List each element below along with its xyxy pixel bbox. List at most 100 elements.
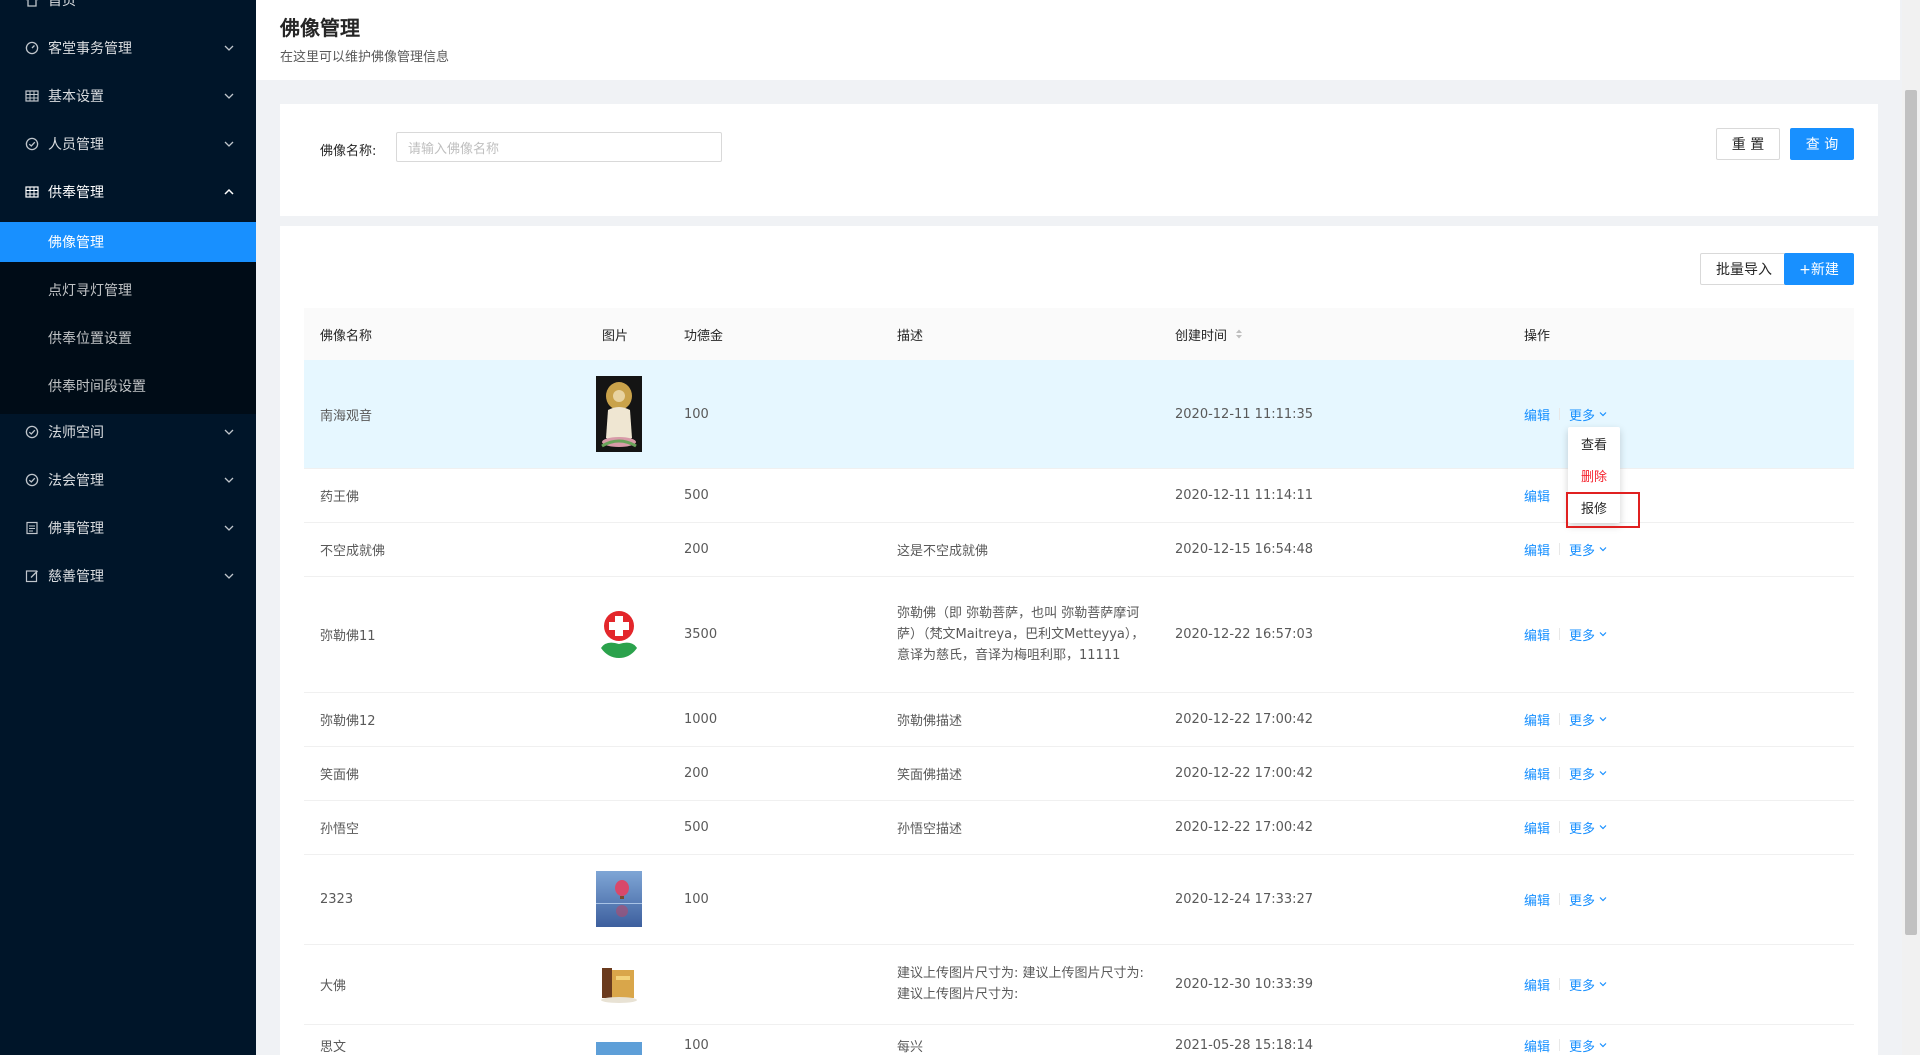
edit-link[interactable]: 编辑 [1524,818,1550,837]
sidebar-subitem-position-settings[interactable]: 供奉位置设置 [0,318,256,358]
more-link[interactable]: 更多 [1569,540,1595,559]
dashboard-icon [24,40,40,56]
new-button[interactable]: +新建 [1784,253,1854,285]
table-card: 批量导入 +新建 佛像名称 图片 功德金 描述 创建时间 操作 南海观音 100… [280,226,1878,1055]
chevron-down-icon [224,573,234,579]
sidebar-subitem-lamp-management[interactable]: 点灯寻灯管理 [0,270,256,310]
divider [1559,821,1561,833]
sidebar-subitem-time-settings[interactable]: 供奉时间段设置 [0,366,256,406]
sidebar-item-label: 法师空间 [48,425,104,441]
cell-actions: 编辑 更多 [1524,800,1608,854]
cell-amount: 3500 [684,626,718,642]
home-icon [24,0,40,8]
table-header: 佛像名称 图片 功德金 描述 创建时间 操作 [304,308,1854,361]
sort-icon[interactable] [1235,328,1243,340]
sidebar-item-charity[interactable]: 慈善管理 [0,552,256,600]
column-header-amount: 功德金 [684,328,724,344]
divider [1559,978,1561,990]
edit-link[interactable]: 编辑 [1524,890,1550,909]
chevron-down-icon [1599,982,1607,987]
cell-actions: 编辑 [1524,468,1550,522]
more-link[interactable]: 更多 [1569,818,1595,837]
cell-amount: 1000 [684,711,718,727]
chevron-up-icon [224,188,234,195]
cell-amount: 100 [684,891,709,907]
chevron-down-icon [1599,771,1607,776]
cell-amount: 500 [684,487,709,503]
divider [1559,767,1561,779]
chevron-down-icon [224,93,234,99]
more-link[interactable]: 更多 [1569,710,1595,729]
divider [1559,713,1561,725]
check-circle-icon [24,472,40,488]
sidebar-item-master-space[interactable]: 法师空间 [0,408,256,456]
chevron-down-icon [1599,897,1607,902]
table-row: 南海观音 100 2020-12-11 11:11:35 编辑 更多 [304,360,1854,469]
cell-actions: 编辑 更多 [1524,854,1608,944]
file-icon [24,520,40,536]
table-row: 孙悟空 500 孙悟空描述 2020-12-22 17:00:42 编辑 更多 [304,800,1854,855]
edit-link[interactable]: 编辑 [1524,540,1550,559]
more-link[interactable]: 更多 [1569,975,1595,994]
sidebar-item-offerings[interactable]: 供奉管理 [0,168,256,216]
edit-link[interactable]: 编辑 [1524,764,1550,783]
menu-item-view[interactable]: 查看 [1568,427,1620,459]
edit-link[interactable]: 编辑 [1524,975,1550,994]
chevron-down-icon [224,525,234,531]
cell-image [596,854,642,944]
chevron-down-icon [224,477,234,483]
sidebar-subitem-statue-management[interactable]: 佛像管理 [0,222,256,262]
balloon-image [596,871,642,927]
chevron-down-icon [224,429,234,435]
search-input[interactable]: 请输入佛像名称 [396,132,722,162]
cell-name: 弥勒佛11 [320,628,376,644]
cell-amount: 500 [684,819,709,835]
edit-link[interactable]: 编辑 [1524,405,1550,424]
cell-actions: 编辑 更多 [1524,692,1608,746]
sidebar-item-dharma-assembly[interactable]: 法会管理 [0,456,256,504]
reset-button[interactable]: 重 置 [1716,128,1780,160]
divider [1559,1039,1561,1051]
cell-name: 南海观音 [320,408,373,424]
sidebar-item-personnel[interactable]: 人员管理 [0,120,256,168]
cell-image [596,944,642,1024]
table-row: 2323 100 2020-12-24 17:33:27 编辑 更多 [304,854,1854,945]
scrollbar-thumb[interactable] [1905,90,1917,935]
sidebar-subitem-label: 供奉时间段设置 [48,379,146,395]
query-button[interactable]: 查 询 [1790,128,1854,160]
page-scrollbar[interactable] [1902,0,1920,1055]
divider [1559,408,1561,420]
column-header-label: 创建时间 [1175,328,1228,344]
more-link[interactable]: 更多 [1569,890,1595,909]
edit-link[interactable]: 编辑 [1524,625,1550,644]
edit-link[interactable]: 编辑 [1524,1036,1550,1055]
cell-created-time: 2020-12-11 11:11:35 [1175,406,1314,422]
cell-actions: 编辑 更多 [1524,944,1608,1024]
chevron-down-icon [1599,412,1607,417]
batch-import-button[interactable]: 批量导入 [1700,253,1788,285]
more-link[interactable]: 更多 [1569,405,1595,424]
sidebar-item-buddhist-affairs[interactable]: 佛事管理 [0,504,256,552]
edit-link[interactable]: 编辑 [1524,486,1550,505]
cell-image [596,360,642,468]
sidebar-item-label: 法会管理 [48,473,104,489]
menu-item-delete[interactable]: 删除 [1568,459,1620,491]
table-row: 弥勒佛12 1000 弥勒佛描述 2020-12-22 17:00:42 编辑 … [304,692,1854,747]
page-header: 佛像管理 在这里可以维护佛像管理信息 [256,0,1900,80]
search-card: 佛像名称: 请输入佛像名称 重 置 查 询 [280,104,1878,216]
column-header-created-time[interactable]: 创建时间 [1175,308,1243,360]
cell-amount: 200 [684,765,709,781]
cell-description: 建议上传图片尺寸为: 建议上传图片尺寸为: 建议上传图片尺寸为: [897,966,1144,1002]
cell-amount: 200 [684,541,709,557]
cell-description: 每兴 [897,1039,924,1055]
cell-name: 弥勒佛12 [320,713,376,729]
more-link[interactable]: 更多 [1569,764,1595,783]
sidebar-item-home[interactable]: 首页 [0,0,256,24]
page-subtitle: 在这里可以维护佛像管理信息 [280,50,450,65]
edit-link[interactable]: 编辑 [1524,710,1550,729]
more-link[interactable]: 更多 [1569,1036,1595,1055]
more-link[interactable]: 更多 [1569,625,1595,644]
sidebar-item-basic-settings[interactable]: 基本设置 [0,72,256,120]
sidebar-item-hall-affairs[interactable]: 客堂事务管理 [0,24,256,72]
table-icon [24,184,40,200]
